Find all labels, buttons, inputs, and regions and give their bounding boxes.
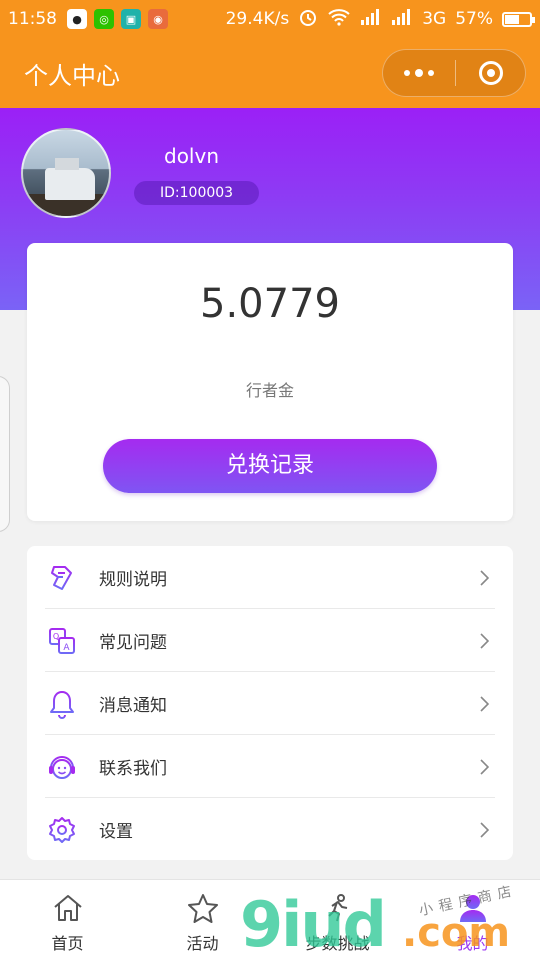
username: dolvn [164, 144, 219, 168]
notification-icon: ◉ [148, 9, 168, 29]
user-icon [456, 892, 490, 924]
battery-icon [502, 11, 535, 27]
balance-label: 行者金 [245, 381, 294, 400]
tab-activity[interactable]: 活动 [135, 880, 270, 960]
status-bar: 11:58 ● ◎ ▣ ◉ 29.4K/s 3G 57% [0, 0, 540, 38]
gear-icon [47, 815, 77, 845]
alarm-icon [298, 7, 318, 32]
bell-icon [47, 689, 77, 719]
menu-item-faq[interactable]: AQ 常见问题 [27, 609, 513, 672]
menu-item-notifications[interactable]: 消息通知 [27, 672, 513, 735]
signal-icon-2 [391, 8, 413, 30]
avatar[interactable] [21, 128, 111, 218]
side-drawer-handle[interactable] [0, 376, 10, 532]
battery-level [505, 14, 519, 24]
network-type: 3G [422, 9, 447, 29]
nav-bar: 个人中心 [0, 38, 540, 108]
tab-label: 活动 [186, 934, 219, 953]
status-time: 11:58 [8, 9, 57, 29]
wifi-icon [327, 8, 351, 31]
home-icon [51, 892, 85, 924]
close-miniprogram-button[interactable] [456, 50, 525, 96]
target-icon [478, 61, 503, 85]
tab-step-challenge[interactable]: 步数挑战 [270, 880, 405, 960]
runner-icon [321, 892, 355, 924]
tab-label: 首页 [51, 934, 84, 953]
balance-amount: 5.0779 [200, 281, 340, 327]
menu-item-rules[interactable]: 规则说明 [27, 546, 513, 609]
menu-item-contact[interactable]: 联系我们 [27, 735, 513, 798]
rules-icon [47, 563, 77, 593]
tab-label: 我的 [456, 934, 489, 953]
signal-icon [360, 8, 382, 30]
more-button[interactable] [383, 50, 455, 96]
qq-icon: ● [67, 9, 87, 29]
tab-home[interactable]: 首页 [0, 880, 135, 960]
menu-item-label: 规则说明 [99, 570, 167, 590]
chevron-right-icon [477, 632, 491, 650]
chevron-right-icon [477, 695, 491, 713]
dot-icon [415, 69, 423, 77]
miniprogram-capsule [382, 49, 526, 97]
menu-item-label: 联系我们 [99, 759, 167, 779]
user-id-badge: ID:100003 [134, 181, 260, 205]
network-speed: 29.4K/s [225, 9, 290, 29]
menu-list: 规则说明 AQ 常见问题 消息通知 联系我们 设置 [27, 546, 513, 860]
dot-icon [428, 70, 434, 76]
battery-percent: 57% [455, 9, 493, 29]
menu-item-settings[interactable]: 设置 [27, 798, 513, 861]
balance-card: 5.0779 行者金 兑换记录 [27, 243, 513, 521]
scan-icon: ▣ [121, 9, 141, 29]
chevron-right-icon [477, 758, 491, 776]
tab-mine[interactable]: 我的 [405, 880, 540, 960]
exchange-records-button[interactable]: 兑换记录 [103, 439, 437, 493]
chevron-right-icon [477, 821, 491, 839]
tab-bar: 首页 活动 步数挑战 我的 [0, 879, 540, 960]
svg-text:Q: Q [53, 632, 59, 641]
menu-item-label: 常见问题 [99, 633, 167, 653]
headset-icon [47, 752, 77, 782]
page-title: 个人中心 [24, 61, 120, 90]
tab-label: 步数挑战 [305, 934, 370, 953]
menu-item-label: 消息通知 [99, 696, 167, 716]
faq-icon: AQ [47, 626, 77, 656]
star-icon [186, 892, 220, 924]
avatar-boat [45, 158, 95, 200]
wechat-icon: ◎ [94, 9, 114, 29]
dot-icon [404, 70, 410, 76]
chevron-right-icon [477, 569, 491, 587]
menu-item-label: 设置 [99, 822, 133, 842]
svg-text:A: A [63, 643, 70, 653]
